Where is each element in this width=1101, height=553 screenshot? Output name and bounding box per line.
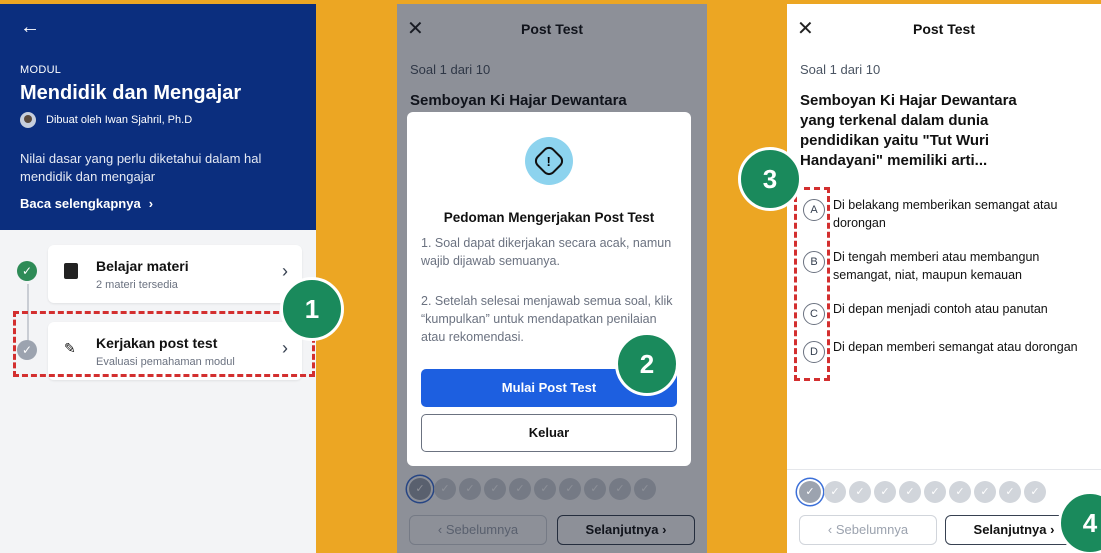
exit-button[interactable]: Keluar <box>421 414 677 452</box>
step-badge-1: 1 <box>280 277 344 341</box>
module-description: Nilai dasar yang perlu diketahui dalam h… <box>20 151 262 184</box>
page-dot[interactable]: ✓ <box>974 481 996 503</box>
read-more-label: Baca selengkapnya <box>20 196 141 211</box>
page-dot[interactable]: ✓ <box>824 481 846 503</box>
question-counter: Soal 1 dari 10 <box>800 62 881 77</box>
guide-item-1: 1. Soal dapat dikerjakan secara acak, na… <box>421 236 672 268</box>
page-dot-active[interactable]: ✓ <box>799 481 821 503</box>
author-row: Dibuat oleh Iwan Sjahril, Ph.D <box>20 112 192 128</box>
avatar <box>20 112 36 128</box>
back-arrow-icon[interactable]: ← <box>20 16 40 39</box>
chevron-right-icon: › <box>148 196 154 211</box>
option-text: Di tengah memberi atau membangun semanga… <box>833 250 1040 282</box>
next-label: Selanjutnya <box>973 522 1047 537</box>
question-screen: ✕ Post Test Soal 1 dari 10 Semboyan Ki H… <box>787 4 1101 553</box>
page-dot[interactable]: ✓ <box>849 481 871 503</box>
option-text: Di depan menjadi contoh atau panutan <box>833 302 1048 316</box>
module-screen: ← MODUL Mendidik dan Mengajar Dibuat ole… <box>0 4 316 553</box>
chevron-right-icon: › <box>282 261 288 281</box>
guideline-screen: ✕ Post Test Soal 1 dari 10 Semboyan Ki H… <box>397 4 707 553</box>
step-card-belajar-materi[interactable]: Belajar materi 2 materi tersedia › <box>48 245 302 303</box>
question-text: Semboyan Ki Hajar Dewantara yang terkena… <box>800 92 1017 169</box>
module-title: Mendidik dan Mengajar <box>20 82 242 104</box>
page-dot[interactable]: ✓ <box>949 481 971 503</box>
page-dot[interactable]: ✓ <box>874 481 896 503</box>
step-subtitle: 2 materi tersedia <box>96 279 178 291</box>
chevron-right-icon: › <box>1046 522 1055 537</box>
page-dot[interactable]: ✓ <box>1024 481 1046 503</box>
quiz-topbar: ✕ Post Test <box>787 4 1101 52</box>
author-name: Dibuat oleh Iwan Sjahril, Ph.D <box>46 114 193 126</box>
page-dot[interactable]: ✓ <box>899 481 921 503</box>
option-text: Di belakang memberikan semangat atau dor… <box>833 198 1058 230</box>
modal-title: Pedoman Mengerjakan Post Test <box>443 210 655 225</box>
bottom-divider <box>787 469 1101 470</box>
highlight-box-post-test <box>13 311 315 377</box>
step-title: Belajar materi <box>96 258 189 274</box>
highlight-box-options <box>794 187 830 381</box>
prev-label: Sebelumnya <box>835 522 909 537</box>
page-dot[interactable]: ✓ <box>924 481 946 503</box>
page-dot[interactable]: ✓ <box>999 481 1021 503</box>
prev-button[interactable]: ‹ Sebelumnya <box>799 515 937 545</box>
octagon-alert-icon: ! <box>532 144 566 178</box>
step-badge-3: 3 <box>738 147 802 211</box>
step-badge-2: 2 <box>615 332 679 396</box>
alert-icon: ! <box>525 137 573 185</box>
book-icon <box>64 263 78 279</box>
module-kicker: MODUL <box>20 64 62 76</box>
option-text: Di depan memberi semangat atau dorongan <box>833 340 1078 354</box>
read-more-link[interactable]: Baca selengkapnya › <box>20 196 153 211</box>
guideline-modal: ! Pedoman Mengerjakan Post Test 1. Soal … <box>407 112 691 466</box>
module-header: ← MODUL Mendidik dan Mengajar Dibuat ole… <box>0 4 316 230</box>
chevron-left-icon: ‹ <box>827 522 836 537</box>
question-pager: ✓ ✓ ✓ ✓ ✓ ✓ ✓ ✓ ✓ ✓ <box>799 481 1046 503</box>
quiz-title: Post Test <box>913 21 975 37</box>
check-done-icon: ✓ <box>17 261 37 281</box>
